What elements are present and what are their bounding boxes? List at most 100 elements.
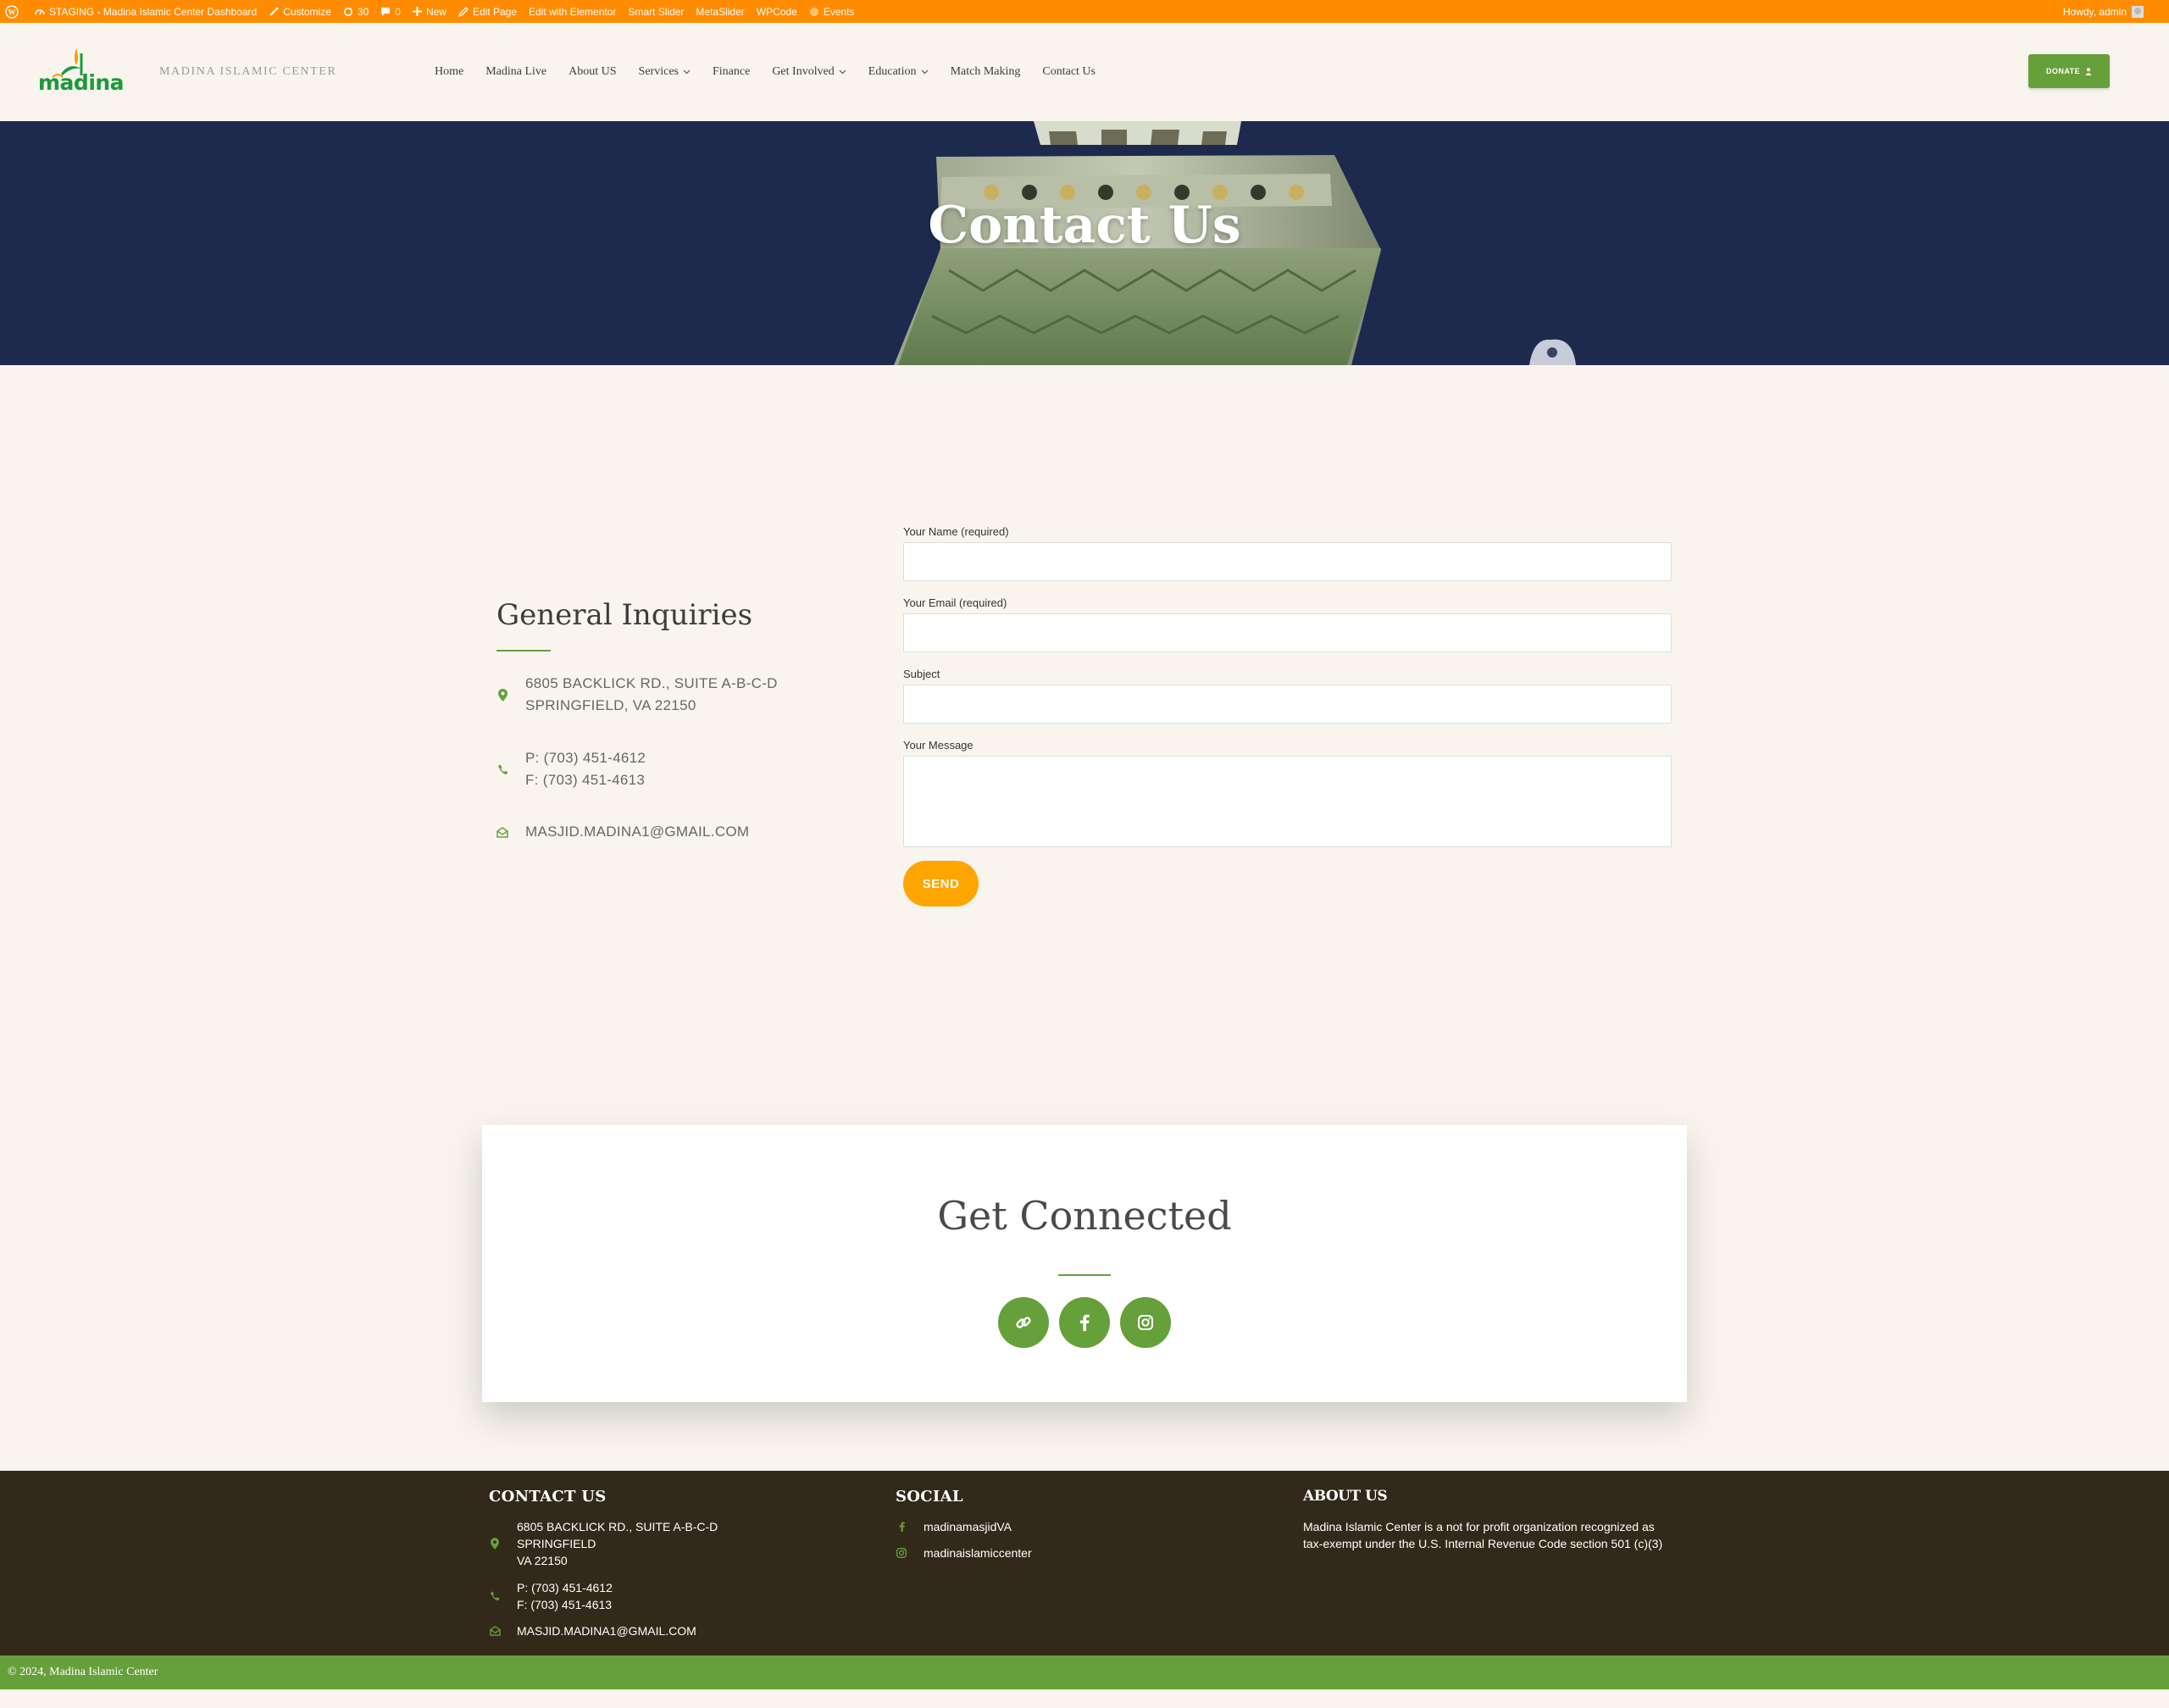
footer-about-text: Madina Islamic Center is a not for profi… [1303,1520,1663,1550]
site-footer: CONTACT US 6805 BACKLICK RD., SUITE A-B-… [0,1471,2169,1655]
page-bottom-spacer [0,1689,2169,1708]
facebook-button[interactable] [1059,1297,1110,1348]
admin-bar-smart-slider[interactable]: Smart Slider [622,0,690,23]
address-line-1: 6805 BACKLICK RD., SUITE A-B-C-D [525,675,778,691]
link-icon [1016,1317,1031,1328]
site-header: madina MADINA ISLAMIC CENTER Home Madina… [0,23,2169,121]
contact-form: Your Name (required) Your Email (require… [903,525,1672,847]
nav-get-involved-label: Get Involved [772,65,835,78]
admin-bar: W STAGING - Madina Islamic Center Dashbo… [0,0,2169,23]
wordpress-logo-icon[interactable]: W [0,0,29,23]
person-icon [2085,67,2092,75]
nav-education[interactable]: Education [868,65,929,79]
inquiries-email: MASJID.MADINA1@GMAIL.COM [496,821,749,843]
donate-label: DONATE [2045,67,2081,75]
footer-email: MASJID.MADINA1@GMAIL.COM [489,1622,696,1639]
phone-number: P: (703) 451-4612 [525,750,646,766]
page-title: Contact Us [928,196,1241,255]
admin-bar-edit-elementor-label: Edit with Elementor [529,5,617,18]
nav-finance[interactable]: Finance [713,65,750,79]
message-textarea[interactable] [903,756,1672,847]
website-link-button[interactable] [998,1297,1049,1348]
footer-phone: P: (703) 451-4612 F: (703) 451-4613 [489,1579,613,1613]
nav-home[interactable]: Home [435,65,463,79]
fax-number: F: (703) 451-4613 [525,772,646,788]
send-button[interactable]: SEND [903,861,979,907]
donate-button[interactable]: DONATE [2028,54,2110,88]
nav-match-making[interactable]: Match Making [951,65,1021,79]
get-connected-title: Get Connected [937,1193,1232,1239]
admin-bar-edit-page[interactable]: Edit Page [452,0,523,23]
instagram-icon [1138,1315,1153,1330]
admin-bar-wpcode[interactable]: WPCode [751,0,803,23]
nav-contact-us-label: Contact Us [1042,65,1096,78]
address-line-2: SPRINGFIELD, VA 22150 [525,697,696,713]
email-address[interactable]: MASJID.MADINA1@GMAIL.COM [525,821,749,843]
admin-bar-wpcode-label: WPCode [756,5,797,18]
facebook-icon [896,1522,907,1532]
footer-facebook-link[interactable]: madinamasjidVA [896,1518,1012,1535]
instagram-icon [896,1548,907,1558]
admin-bar-site-label: STAGING - Madina Islamic Center Dashboar… [49,5,258,18]
nav-services[interactable]: Services [639,65,691,79]
admin-bar-comments-count: 0 [395,5,401,18]
admin-bar-new[interactable]: New [407,0,452,23]
pencil-icon [458,6,469,17]
nav-contact-us[interactable]: Contact Us [1042,65,1096,79]
admin-bar-comments[interactable]: 0 [374,0,407,23]
admin-bar-edit-elementor[interactable]: Edit with Elementor [523,0,622,23]
admin-bar-site-link[interactable]: STAGING - Madina Islamic Center Dashboar… [29,0,263,23]
admin-bar-account[interactable]: Howdy, admin [2063,0,2144,23]
message-label: Your Message [903,739,974,751]
main-nav: Home Madina Live About US Services Finan… [424,65,1107,79]
admin-bar-customize[interactable]: Customize [263,0,337,23]
admin-bar-new-label: New [425,5,447,18]
events-icon [809,7,818,16]
get-connected-card: Get Connected [482,1125,1687,1402]
admin-bar-metaslider-label: MetaSlider [696,5,745,18]
svg-text:W: W [8,8,16,16]
map-pin-icon [496,688,508,702]
admin-bar-updates[interactable]: 30 [337,0,374,23]
phone-icon [489,1591,501,1601]
admin-bar-metaslider[interactable]: MetaSlider [690,0,750,23]
email-field[interactable] [903,613,1672,652]
title-divider [496,650,551,652]
footer-phone-number: P: (703) 451-4612 [517,1581,613,1594]
comment-icon [381,7,391,16]
updates-icon [343,7,352,16]
site-logo[interactable]: madina [37,47,125,99]
name-label: Your Name (required) [903,525,1009,538]
admin-bar-events[interactable]: Events [803,0,861,23]
nav-madina-live[interactable]: Madina Live [485,65,546,79]
envelope-open-icon [496,826,508,838]
nav-about-us[interactable]: About US [569,65,616,79]
nav-services-label: Services [638,65,679,78]
footer-email-address[interactable]: MASJID.MADINA1@GMAIL.COM [517,1622,696,1639]
copyright-bar: © 2024, Madina Islamic Center [0,1655,2169,1689]
admin-bar-howdy: Howdy, admin [2062,5,2127,18]
chevron-down-icon [683,69,691,75]
nav-madina-live-label: Madina Live [485,65,547,78]
map-pin-icon [489,1538,501,1550]
footer-about-title: ABOUT US [1303,1488,1388,1505]
instagram-button[interactable] [1120,1297,1171,1348]
admin-bar-events-label: Events [823,5,855,18]
nav-home-label: Home [435,65,464,78]
footer-fax-number: F: (703) 451-4613 [517,1598,613,1611]
copyright-text: © 2024, Madina Islamic Center [8,1666,158,1678]
admin-bar-edit-page-label: Edit Page [472,5,517,18]
footer-instagram-label: madinaislamiccenter [924,1546,1032,1560]
nav-get-involved[interactable]: Get Involved [772,65,846,79]
name-field[interactable] [903,542,1672,581]
facebook-icon [1080,1314,1090,1331]
site-name[interactable]: MADINA ISLAMIC CENTER [159,65,336,79]
footer-instagram-link[interactable]: madinaislamiccenter [896,1544,1032,1561]
chevron-down-icon [921,69,928,75]
nav-finance-label: Finance [712,65,751,78]
avatar [2132,5,2144,18]
subject-field[interactable] [903,685,1672,724]
footer-address-line-2: SPRINGFIELD [517,1537,596,1550]
footer-social-title: SOCIAL [896,1488,963,1506]
general-inquiries-title: General Inquiries [496,598,753,632]
